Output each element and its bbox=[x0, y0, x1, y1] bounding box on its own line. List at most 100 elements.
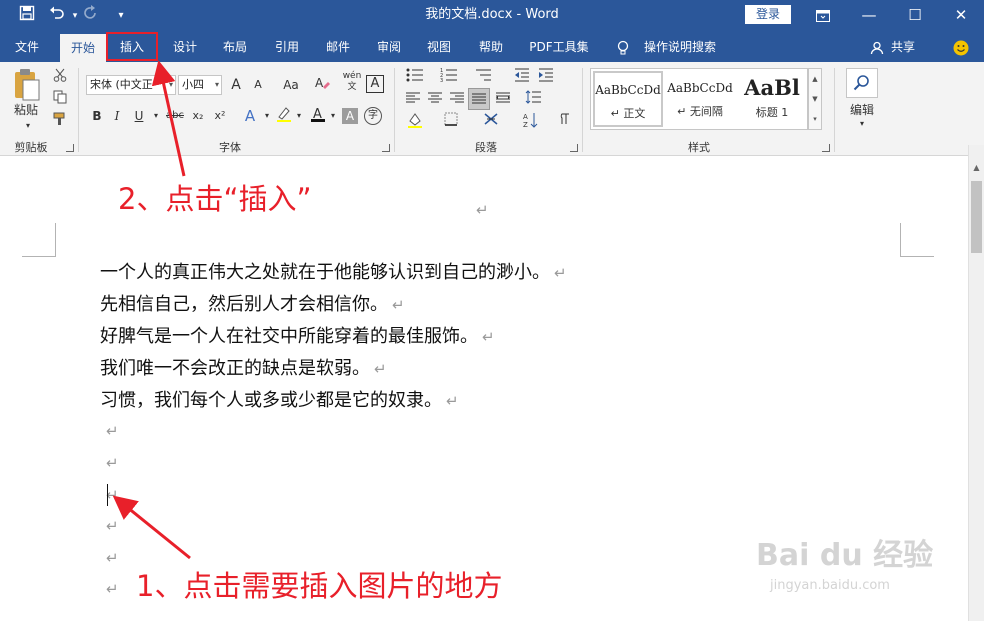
share-button[interactable]: 共享 bbox=[886, 32, 920, 62]
font-launcher-icon[interactable] bbox=[382, 144, 390, 152]
italic-button[interactable]: I bbox=[108, 106, 126, 126]
subscript-button[interactable]: x₂ bbox=[188, 106, 208, 126]
font-name-combo[interactable]: 宋体 (中文正 ▾ bbox=[86, 75, 176, 95]
tab-home[interactable]: 开始 bbox=[60, 34, 106, 62]
style-normal-sample: AaBbCcDd bbox=[595, 83, 661, 97]
tab-mailings[interactable]: 邮件 bbox=[315, 32, 361, 62]
increase-indent-icon[interactable] bbox=[536, 68, 556, 88]
underline-dropdown-icon[interactable]: ▾ bbox=[150, 106, 162, 126]
tab-pdf-tools[interactable]: PDF工具集 bbox=[522, 32, 596, 62]
font-color-dropdown-icon[interactable]: ▾ bbox=[328, 106, 338, 126]
save-icon[interactable] bbox=[16, 5, 38, 27]
tab-references[interactable]: 引用 bbox=[264, 32, 310, 62]
bold-button[interactable]: B bbox=[88, 106, 106, 126]
redo-icon[interactable] bbox=[80, 5, 102, 27]
tab-help[interactable]: 帮助 bbox=[468, 32, 514, 62]
paragraph-mark: ↵ bbox=[392, 296, 405, 314]
shading-icon[interactable] bbox=[404, 112, 426, 134]
paragraph-mark: ↵ bbox=[374, 360, 387, 378]
font-size-combo[interactable]: 小四 ▾ bbox=[178, 75, 222, 95]
paragraph-mark: ↵ bbox=[554, 264, 567, 282]
tab-file[interactable]: 文件 bbox=[2, 32, 52, 62]
styles-launcher-icon[interactable] bbox=[822, 144, 830, 152]
bullets-icon[interactable] bbox=[404, 68, 426, 88]
document-line: 习惯，我们每个人或多或少都是它的奴隶。 ↵ bbox=[100, 389, 459, 413]
ribbon-tab-bar: 文件 开始 插入 设计 布局 引用 邮件 审阅 视图 帮助 PDF工具集 操作说… bbox=[0, 32, 984, 62]
underline-button[interactable]: U bbox=[130, 106, 148, 126]
format-painter-icon[interactable] bbox=[50, 112, 70, 132]
style-no-spacing-sample: AaBbCcDd bbox=[667, 81, 733, 95]
borders-icon[interactable] bbox=[440, 112, 462, 132]
clipboard-group-label: 剪贴板 bbox=[14, 141, 48, 154]
change-case-button[interactable]: Aa bbox=[276, 75, 306, 95]
styles-gallery-scroll[interactable]: ▲ ▼ ▾ bbox=[808, 68, 822, 130]
align-right-icon[interactable] bbox=[448, 90, 466, 110]
header-paragraph-mark: ↵ bbox=[476, 201, 489, 219]
document-line: 我们唯一不会改正的缺点是软弱。 ↵ bbox=[100, 357, 387, 381]
tab-insert[interactable]: 插入 bbox=[108, 32, 156, 62]
tab-review[interactable]: 审阅 bbox=[366, 32, 412, 62]
text-effects-icon[interactable]: A bbox=[240, 106, 260, 126]
find-search-icon[interactable] bbox=[846, 68, 878, 98]
scrollbar-thumb[interactable] bbox=[971, 181, 982, 253]
minimize-button[interactable]: — bbox=[846, 0, 892, 30]
group-separator bbox=[834, 68, 835, 152]
close-button[interactable]: ✕ bbox=[938, 0, 984, 30]
font-color-icon[interactable]: A bbox=[308, 106, 328, 128]
empty-paragraph-mark: ↵ bbox=[106, 517, 119, 535]
justify-icon[interactable] bbox=[468, 88, 490, 110]
ribbon-display-icon[interactable] bbox=[800, 0, 846, 30]
paste-dropdown-icon[interactable]: ▾ bbox=[18, 116, 38, 136]
paragraph-mark: ↵ bbox=[482, 328, 495, 346]
line-spacing-icon[interactable] bbox=[522, 90, 544, 110]
styles-gallery: AaBbCcDd ↵ 正文 AaBbCcDd ↵ 无间隔 AaBl 标题 1 bbox=[590, 68, 808, 130]
enclose-characters-icon[interactable]: 字 bbox=[364, 107, 382, 125]
distributed-icon[interactable] bbox=[494, 90, 512, 110]
style-normal[interactable]: AaBbCcDd ↵ 正文 bbox=[593, 71, 663, 127]
font-group-label: 字体 bbox=[219, 141, 241, 154]
paragraph-launcher-icon[interactable] bbox=[570, 144, 578, 152]
shrink-font-button[interactable]: A bbox=[248, 75, 268, 95]
gallery-down-icon[interactable]: ▼ bbox=[809, 89, 821, 109]
strikethrough-button[interactable]: abc bbox=[164, 106, 186, 126]
copy-icon[interactable] bbox=[50, 90, 70, 110]
gallery-up-icon[interactable]: ▲ bbox=[809, 69, 821, 89]
sort-icon[interactable]: AZ bbox=[520, 112, 542, 134]
gallery-more-icon[interactable]: ▾ bbox=[809, 109, 821, 129]
login-button[interactable]: 登录 bbox=[745, 5, 791, 24]
character-shading-icon[interactable]: A bbox=[342, 108, 358, 124]
style-no-spacing-name: ↵ 无间隔 bbox=[677, 105, 723, 118]
empty-paragraph-mark: ↵ bbox=[106, 422, 119, 440]
phonetic-guide-icon[interactable]: wén 文 bbox=[342, 71, 362, 93]
cut-icon[interactable] bbox=[50, 68, 70, 88]
tab-view[interactable]: 视图 bbox=[416, 32, 462, 62]
chinese-layout-icon[interactable] bbox=[480, 112, 502, 132]
qat-customize-icon[interactable]: ▾ bbox=[110, 5, 132, 27]
scroll-up-icon[interactable]: ▲ bbox=[969, 163, 984, 177]
grow-font-button[interactable]: A bbox=[226, 75, 246, 95]
style-heading-1-name: 标题 1 bbox=[755, 106, 789, 119]
decrease-indent-icon[interactable] bbox=[512, 68, 532, 88]
editing-dropdown-icon[interactable]: ▾ bbox=[852, 114, 872, 134]
clipboard-launcher-icon[interactable] bbox=[66, 144, 74, 152]
multilevel-list-icon[interactable] bbox=[472, 68, 494, 88]
numbering-icon[interactable]: 123 bbox=[438, 68, 460, 88]
highlight-icon[interactable] bbox=[274, 106, 294, 128]
text-effects-dropdown-icon[interactable]: ▾ bbox=[262, 106, 272, 126]
watermark-url: jingyan.baidu.com bbox=[770, 578, 890, 593]
style-heading-1[interactable]: AaBl 标题 1 bbox=[737, 71, 807, 127]
style-no-spacing[interactable]: AaBbCcDd ↵ 无间隔 bbox=[665, 71, 735, 127]
clear-formatting-icon[interactable]: A bbox=[312, 75, 332, 97]
tab-layout[interactable]: 布局 bbox=[212, 32, 258, 62]
smiley-feedback-icon[interactable] bbox=[950, 32, 972, 62]
tab-design[interactable]: 设计 bbox=[162, 32, 208, 62]
align-left-icon[interactable] bbox=[404, 90, 422, 110]
vertical-scrollbar[interactable]: ▲ bbox=[968, 145, 984, 621]
tell-me-search[interactable]: 操作说明搜索 bbox=[640, 32, 720, 62]
superscript-button[interactable]: x² bbox=[210, 106, 230, 126]
character-border-icon[interactable]: A bbox=[366, 75, 384, 93]
align-center-icon[interactable] bbox=[426, 90, 444, 110]
maximize-button[interactable]: ☐ bbox=[892, 0, 938, 30]
show-hide-marks-icon[interactable] bbox=[554, 112, 572, 132]
highlight-dropdown-icon[interactable]: ▾ bbox=[294, 106, 304, 126]
